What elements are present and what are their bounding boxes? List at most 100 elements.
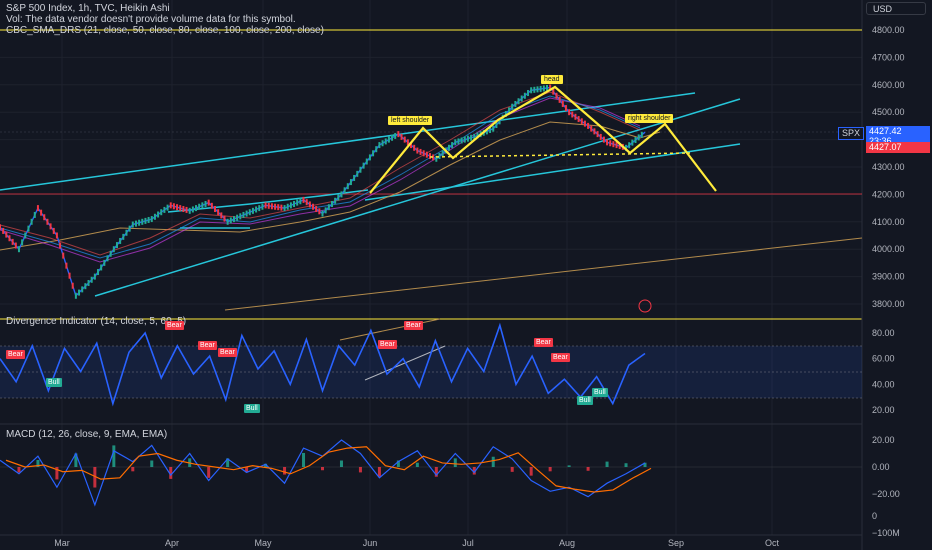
candle [169,202,172,209]
candle [289,202,292,209]
candle [564,105,567,112]
candle [583,120,586,127]
candle [387,136,390,143]
candle [286,203,289,210]
candle [90,276,93,283]
candle [141,218,144,225]
candle [11,238,14,245]
candle [106,255,109,262]
candle [318,208,321,215]
candle [78,289,81,296]
osc-tick-label: 20.00 [872,405,895,415]
candle [378,142,381,149]
candle [97,269,100,276]
price-tick-label: 4500.00 [872,107,905,117]
candle [65,262,68,269]
candle [397,131,400,138]
candle [413,144,416,151]
candle [176,204,179,211]
candle [33,211,36,218]
macd-histogram-bar [567,465,571,467]
candle [21,239,24,246]
candle [131,221,134,228]
candle [93,273,96,280]
macd-legend: MACD (12, 26, close, 9, EMA, EMA) [6,429,168,440]
candle [74,292,77,299]
candle [255,206,258,213]
candle [30,218,33,225]
sma-value-tag: 4427.07 [866,142,930,153]
bull-label: Bull [577,396,593,405]
bear-label: Bear [551,353,570,362]
candle [394,132,397,139]
time-tick-label: Jun [363,538,378,548]
candle [217,209,220,216]
candle [422,150,425,157]
macd-tick-label: −20.00 [872,489,900,499]
candle [115,242,118,249]
candle [103,259,106,266]
annotation-right-shoulder[interactable]: right shoulder [625,114,674,123]
candle [315,206,318,213]
candle [5,231,8,238]
price-tick-label: 4300.00 [872,162,905,172]
candle [457,138,460,145]
candle [466,135,469,142]
macd-histogram-bar [415,462,419,467]
candle [631,139,634,146]
candle [112,246,115,253]
candle [542,85,545,92]
annotation-head[interactable]: head [541,75,563,84]
candle [558,96,561,103]
candle [261,203,264,210]
candle [571,111,574,118]
price-chart[interactable]: 4800.004700.004600.004500.004400.004300.… [0,0,932,550]
candle [327,204,330,211]
candle [201,202,204,209]
macd-histogram-bar [510,467,514,472]
candle [391,134,394,141]
candle [17,246,20,253]
candle [337,194,340,201]
candle [599,133,602,140]
candle [87,279,90,286]
candle [188,207,191,214]
macd-histogram-bar [150,460,154,467]
candle [321,210,324,217]
candle [470,134,473,141]
candle [226,218,229,225]
candle [365,158,368,165]
candle [593,128,596,135]
candle [308,201,311,208]
candle [46,218,49,225]
price-tick-label: 4700.00 [872,52,905,62]
candle [68,272,71,279]
candle [277,204,280,211]
candle [568,109,571,116]
macd-tick-label: 20.00 [872,435,895,445]
macd-histogram-bar [624,463,628,467]
candle [134,220,137,227]
candle [144,217,147,224]
bear-label: Bear [534,338,553,347]
osc-tick-label: 40.00 [872,379,895,389]
candle [157,211,160,218]
candle [220,212,223,219]
candle [36,205,39,212]
price-tick-label: 4000.00 [872,244,905,254]
macd-histogram-bar [605,461,609,467]
annotation-left-shoulder[interactable]: left shoulder [388,116,433,125]
currency-button[interactable]: USD [866,2,926,15]
candle [517,98,520,105]
candle [150,216,153,223]
candle [587,122,590,129]
candle [312,203,315,210]
macd-histogram-bar [207,467,211,478]
candle [153,213,156,220]
macd-tick-label: 0 [872,511,877,521]
candle [27,225,30,232]
macd-histogram-bar [358,467,362,473]
time-tick-label: Aug [559,538,575,548]
candle [463,136,466,143]
candle [637,134,640,141]
